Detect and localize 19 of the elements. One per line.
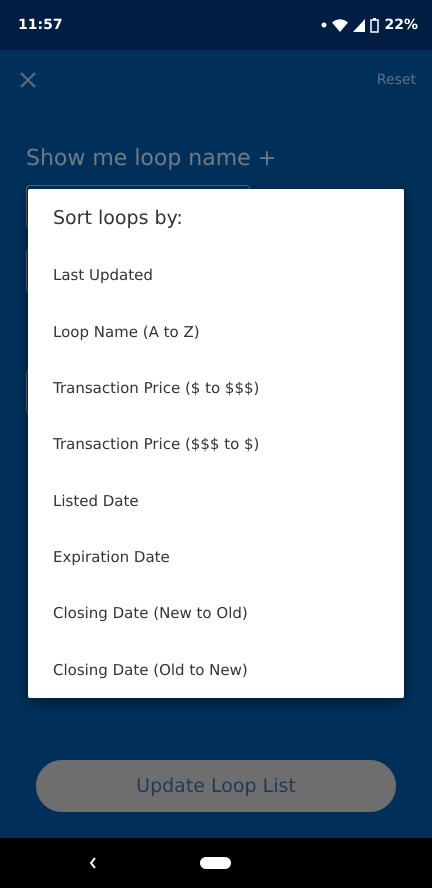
wifi-icon (332, 18, 348, 32)
signal-icon (353, 18, 366, 32)
sort-option[interactable]: Listed Date (53, 472, 404, 529)
back-icon[interactable] (89, 857, 97, 869)
sort-option[interactable]: Closing Date (New to Old) (53, 585, 404, 642)
home-pill-icon[interactable] (200, 857, 231, 869)
sort-option[interactable]: Expiration Date (53, 528, 404, 586)
status-time: 11:57 (18, 17, 63, 33)
sort-option[interactable]: Transaction Price ($$$ to $) (53, 416, 404, 472)
sort-option[interactable]: Loop Name (A to Z) (53, 303, 404, 360)
close-icon[interactable] (20, 72, 36, 88)
battery-percent: 22% (384, 17, 418, 33)
sort-option[interactable]: Closing Date (Old to New) (53, 642, 404, 698)
dialog-title: Sort loops by: (53, 207, 184, 229)
battery-icon (370, 18, 380, 32)
page-title: Show me loop name + (26, 146, 278, 171)
sort-option[interactable]: Transaction Price ($ to $$$) (53, 360, 404, 416)
notification-dot-icon (321, 22, 328, 28)
sort-option[interactable]: Last Updated (53, 247, 404, 304)
